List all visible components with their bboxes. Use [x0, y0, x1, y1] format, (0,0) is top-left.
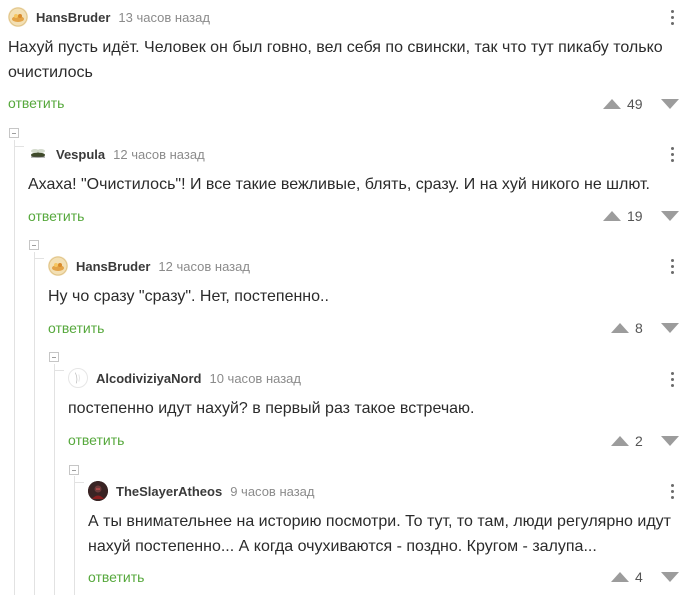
more-options-icon[interactable]	[662, 256, 682, 276]
collapse-thread-button[interactable]	[69, 465, 79, 475]
downvote-arrow-icon[interactable]	[661, 99, 679, 109]
wasp-avatar[interactable]	[28, 144, 48, 164]
comment-author[interactable]: Vespula	[56, 147, 105, 162]
more-options-icon[interactable]	[662, 144, 682, 164]
food-plate-avatar[interactable]	[8, 7, 28, 27]
downvote-arrow-icon[interactable]	[661, 211, 679, 221]
collapse-thread-button[interactable]	[29, 240, 39, 250]
comment-time[interactable]: 10 часов назад	[209, 371, 301, 386]
comment-text: А ты внимательнее на историю посмотри. Т…	[88, 513, 671, 555]
rating-widget: 8	[611, 317, 679, 339]
downvote-arrow-icon[interactable]	[661, 572, 679, 582]
more-options-icon[interactable]	[662, 369, 682, 389]
comment-author[interactable]: HansBruder	[76, 259, 150, 274]
upvote-arrow-icon[interactable]	[611, 572, 629, 582]
thread-line	[74, 476, 75, 595]
thread-line	[54, 364, 55, 595]
comment-author[interactable]: AlcodiviziyaNord	[96, 371, 201, 386]
rating-widget: 49	[603, 93, 679, 115]
reply-button[interactable]: ответить	[8, 95, 64, 111]
downvote-arrow-icon[interactable]	[661, 323, 679, 333]
upvote-arrow-icon[interactable]	[611, 436, 629, 446]
comment-header: HansBruder 12 часов назад	[48, 253, 250, 279]
more-options-icon[interactable]	[662, 7, 682, 27]
comment-header: TheSlayerAtheos 9 часов назад	[88, 478, 314, 504]
comment-header: HansBruder 13 часов назад	[8, 4, 210, 30]
comment-text: Ахаха! "Очистилось"! И все такие вежливы…	[28, 176, 650, 193]
rating-count: 8	[635, 320, 643, 336]
dark-figure-avatar[interactable]	[88, 481, 108, 501]
comment-time[interactable]: 9 часов назад	[230, 484, 314, 499]
thread-connector	[14, 146, 24, 147]
rating-count: 2	[635, 433, 643, 449]
rating-widget: 4	[611, 566, 679, 588]
rating-count: 19	[627, 208, 643, 224]
thread-connector	[54, 370, 64, 371]
sketch-avatar[interactable]	[68, 368, 88, 388]
reply-button[interactable]: ответить	[48, 320, 104, 336]
upvote-arrow-icon[interactable]	[603, 99, 621, 109]
reply-button[interactable]: ответить	[28, 208, 84, 224]
comment-text: постепенно идут нахуй? в первый раз тако…	[68, 400, 475, 417]
collapse-thread-button[interactable]	[9, 128, 19, 138]
thread-line	[14, 140, 15, 595]
collapse-thread-button[interactable]	[49, 352, 59, 362]
comment-header: Vespula 12 часов назад	[28, 141, 205, 167]
thread-connector	[34, 258, 44, 259]
comment-time[interactable]: 12 часов назад	[158, 259, 250, 274]
food-plate-avatar[interactable]	[48, 256, 68, 276]
comment-author[interactable]: TheSlayerAtheos	[116, 484, 222, 499]
comment-text: Ну чо сразу "сразу". Нет, постепенно..	[48, 288, 329, 305]
comment-header: AlcodiviziyaNord 10 часов назад	[68, 365, 301, 391]
comment-time[interactable]: 13 часов назад	[118, 10, 210, 25]
upvote-arrow-icon[interactable]	[611, 323, 629, 333]
reply-button[interactable]: ответить	[68, 432, 124, 448]
downvote-arrow-icon[interactable]	[661, 436, 679, 446]
rating-count: 49	[627, 96, 643, 112]
rating-widget: 19	[603, 205, 679, 227]
more-options-icon[interactable]	[662, 481, 682, 501]
thread-connector	[74, 482, 84, 483]
thread-line	[34, 252, 35, 595]
reply-button[interactable]: ответить	[88, 569, 144, 585]
rating-count: 4	[635, 569, 643, 585]
rating-widget: 2	[611, 430, 679, 452]
upvote-arrow-icon[interactable]	[603, 211, 621, 221]
comment-text: Нахуй пусть идёт. Человек он был говно, …	[8, 39, 663, 81]
comment-time[interactable]: 12 часов назад	[113, 147, 205, 162]
comment-author[interactable]: HansBruder	[36, 10, 110, 25]
